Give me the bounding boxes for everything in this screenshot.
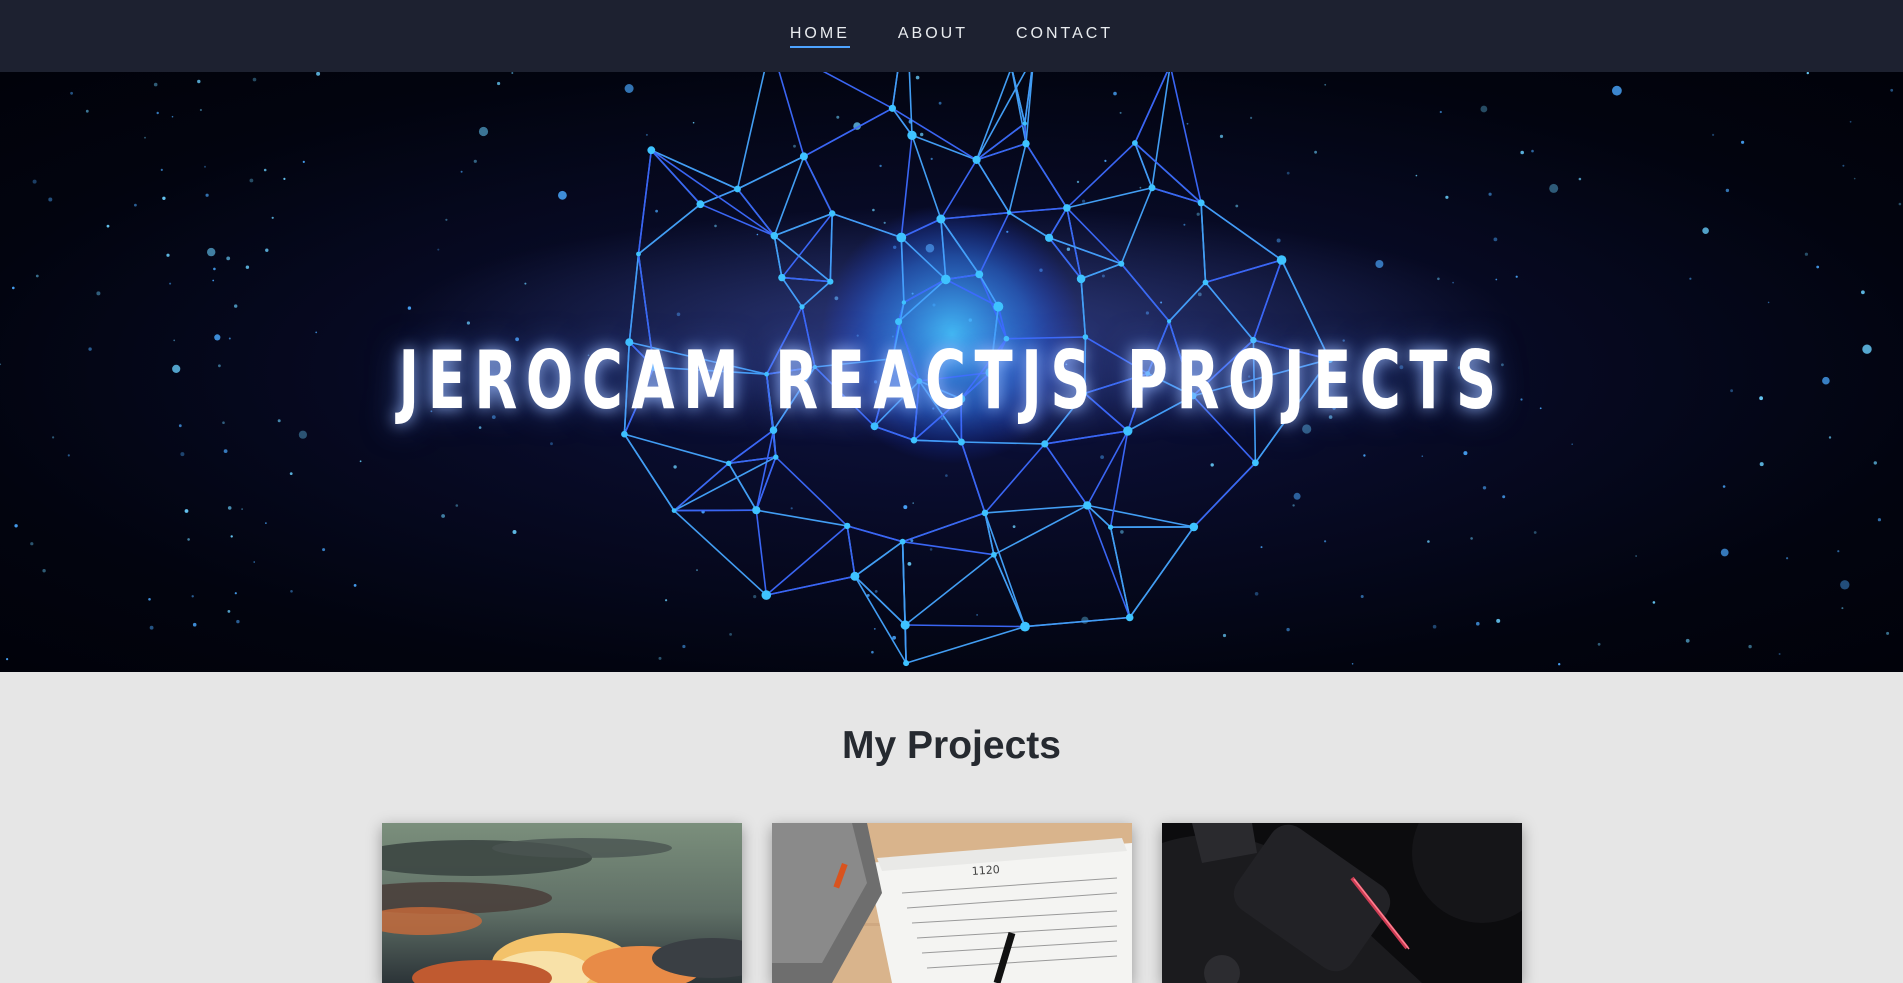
project-card-2[interactable]: 1120 (772, 823, 1132, 983)
svg-text:1120: 1120 (971, 863, 1000, 878)
nav-links: HOME ABOUT CONTACT (790, 25, 1113, 48)
game-controller-image (1162, 823, 1522, 983)
projects-section: My Projects (0, 672, 1903, 977)
top-navbar: HOME ABOUT CONTACT (0, 0, 1903, 72)
project-card-1[interactable] (382, 823, 742, 983)
projects-heading: My Projects (0, 724, 1903, 768)
tax-form-image: 1120 (772, 823, 1132, 983)
nav-about-link[interactable]: ABOUT (898, 25, 968, 46)
hero-banner: JEROCAM REACTJS PROJECTS (0, 72, 1903, 672)
nav-contact-link[interactable]: CONTACT (1016, 25, 1113, 46)
hero-title: JEROCAM REACTJS PROJECTS (285, 334, 1617, 427)
project-card-3[interactable] (1162, 823, 1522, 983)
sunset-clouds-image (382, 823, 742, 983)
nav-home-link[interactable]: HOME (790, 25, 850, 48)
